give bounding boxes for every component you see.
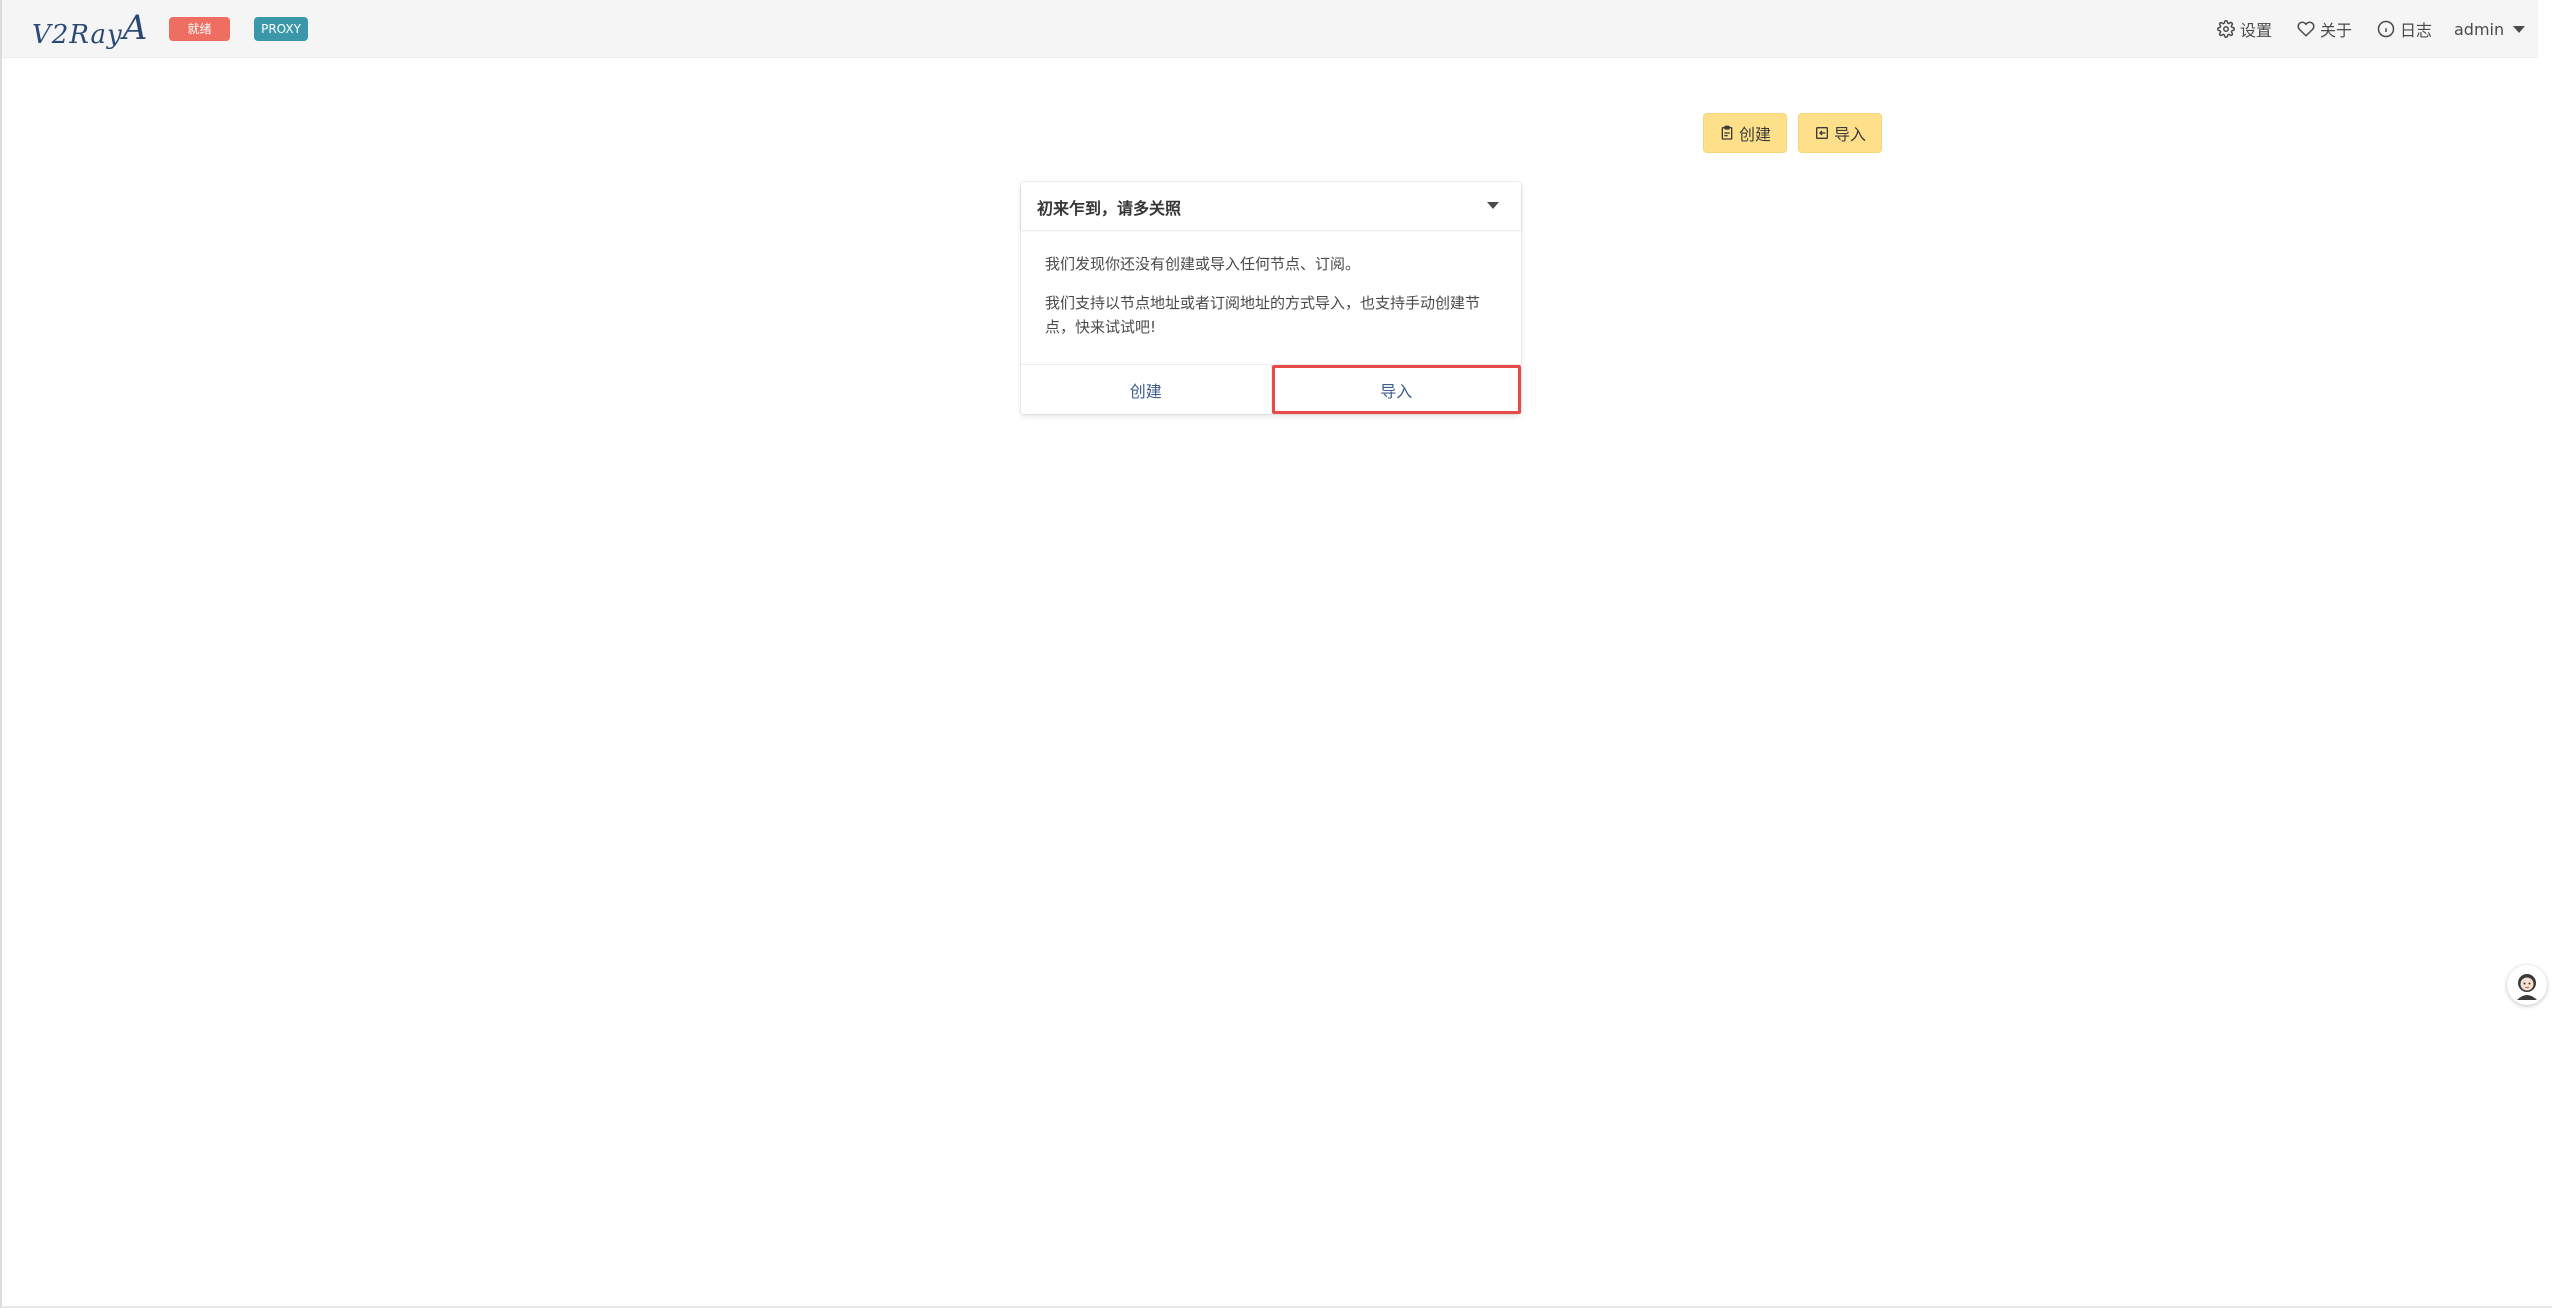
user-name: admin: [2454, 19, 2505, 39]
nav-log-label: 日志: [2400, 21, 2433, 40]
info-icon: [2377, 20, 2395, 38]
proxy-badge: PROXY: [254, 17, 308, 41]
welcome-card-content: 我们发现你还没有创建或导入任何节点、订阅。 我们支持以节点地址或者订阅地址的方式…: [1045, 252, 1505, 354]
import-icon: [1815, 127, 1828, 139]
nav-about-label: 关于: [2320, 21, 2353, 40]
navbar: V2RayA 就绪 PROXY 设置 关于 日志 admin: [2, 0, 2538, 58]
welcome-card-footer: 创建 导入: [1021, 364, 1521, 414]
status-badge: 就绪: [169, 17, 230, 41]
card-create-link[interactable]: 创建: [1021, 365, 1272, 414]
clipboard-icon: [1721, 125, 1733, 140]
nav-settings[interactable]: 设置: [2217, 18, 2272, 40]
welcome-paragraph-1: 我们发现你还没有创建或导入任何节点、订阅。: [1045, 255, 1361, 273]
caret-down-icon[interactable]: [1487, 202, 1499, 209]
nav-log[interactable]: 日志: [2377, 18, 2432, 40]
create-button[interactable]: 创建: [1703, 113, 1787, 153]
import-button[interactable]: 导入: [1798, 113, 1882, 153]
support-avatar[interactable]: [2507, 965, 2547, 1005]
create-button-label: 创建: [1738, 125, 1771, 144]
page: V2RayA 就绪 PROXY 设置 关于 日志 admin 创建 导入 初来乍…: [0, 0, 2552, 1308]
gear-icon: [2217, 20, 2235, 38]
welcome-card-header[interactable]: 初来乍到，请多关照: [1021, 182, 1521, 230]
welcome-paragraph-2: 我们支持以节点地址或者订阅地址的方式导入，也支持手动创建节点，快来试试吧!: [1045, 294, 1481, 336]
nav-settings-label: 设置: [2240, 21, 2273, 40]
nav-about[interactable]: 关于: [2297, 18, 2352, 40]
heart-icon: [2297, 21, 2315, 37]
caret-down-icon: [2513, 25, 2526, 33]
welcome-card-title: 初来乍到，请多关照: [1037, 199, 1182, 218]
user-menu[interactable]: admin: [2454, 18, 2526, 40]
avatar-icon: [2517, 974, 2537, 1000]
welcome-card: 初来乍到，请多关照 我们发现你还没有创建或导入任何节点、订阅。 我们支持以节点地…: [1021, 182, 1521, 414]
card-import-link[interactable]: 导入: [1271, 365, 1521, 414]
logo[interactable]: V2RayA: [32, 8, 148, 50]
import-button-label: 导入: [1833, 125, 1866, 144]
